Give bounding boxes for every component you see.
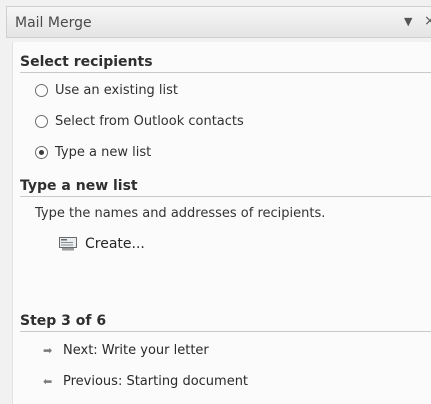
type-new-list-heading: Type a new list [20,178,138,194]
dropdown-arrow-icon[interactable]: ▼ [404,15,412,28]
previous-step-link[interactable]: ⬅ Previous: Starting document [43,372,248,390]
radio-button-icon[interactable] [35,114,48,128]
radio-button-selected-icon[interactable] [35,145,48,159]
section-divider [20,331,431,332]
previous-step-label: Previous: Starting document [63,373,249,389]
next-step-label: Next: Write your letter [63,342,209,358]
pane-title-bar: Mail Merge ▼ × [6,6,431,38]
close-icon[interactable]: × [424,13,431,29]
radio-label: Type a new list [55,144,152,160]
address-list-icon [59,237,77,251]
step-heading: Step 3 of 6 [20,313,107,329]
mail-merge-pane: Mail Merge ▼ × Select recipients Use an … [0,0,431,404]
next-step-link[interactable]: ➡ Next: Write your letter [43,341,209,359]
radio-select-outlook-contacts[interactable]: Select from Outlook contacts [35,112,244,130]
create-link[interactable]: Create... [59,233,145,255]
type-new-list-description: Type the names and addresses of recipien… [35,206,326,221]
select-recipients-heading: Select recipients [20,54,153,70]
arrow-left-icon: ⬅ [43,374,53,388]
radio-use-existing-list[interactable]: Use an existing list [35,81,178,99]
section-divider [20,72,431,73]
radio-button-icon[interactable] [35,83,48,97]
radio-label: Use an existing list [55,82,179,98]
create-label: Create... [85,236,145,252]
pane-content: Select recipients Use an existing list S… [12,42,431,404]
pane-title: Mail Merge [15,15,92,31]
radio-label: Select from Outlook contacts [55,113,244,129]
section-divider [20,196,431,197]
radio-type-new-list[interactable]: Type a new list [35,143,151,161]
arrow-right-icon: ➡ [43,343,53,357]
